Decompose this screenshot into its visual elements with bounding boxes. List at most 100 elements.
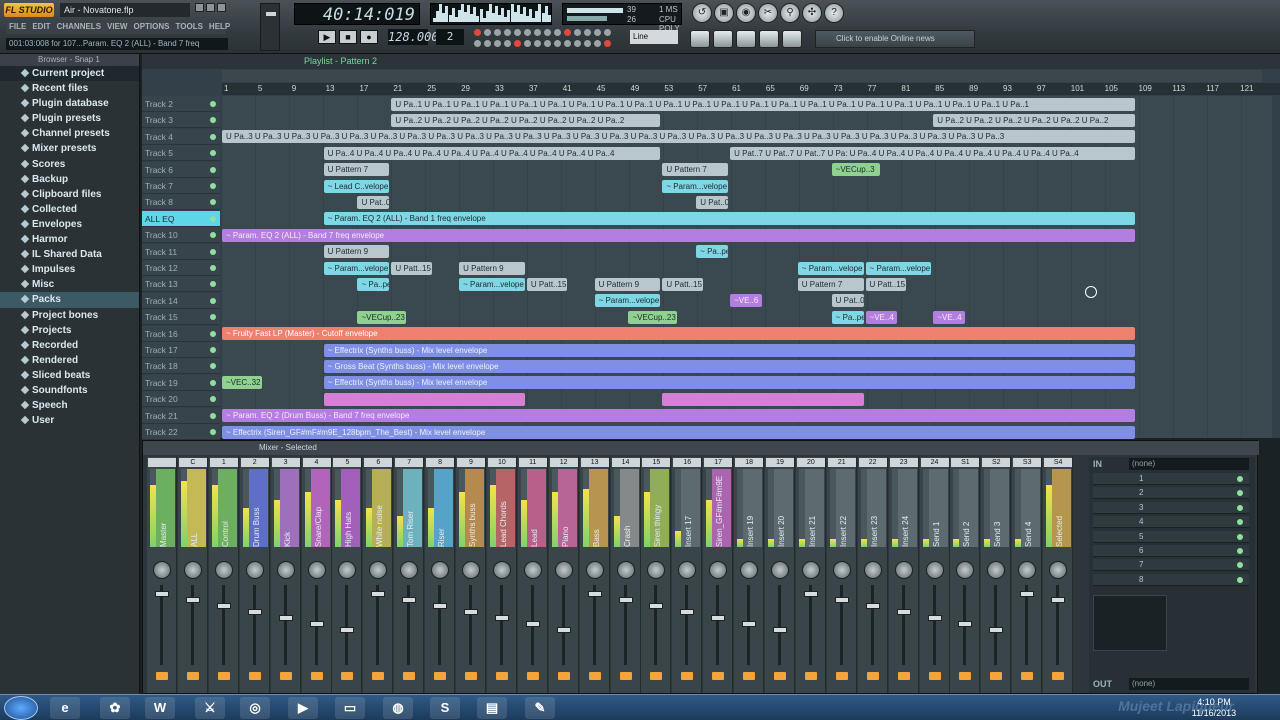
playlist-clip[interactable]: U Patt..15 [526,277,568,291]
track-header[interactable]: Track 10 [142,227,220,244]
mixer-strip[interactable]: 24 Send 1 [919,457,950,693]
chrome-icon[interactable]: ◎ [240,697,270,719]
browser-item[interactable]: Backup [0,172,139,187]
playlist-clip[interactable]: U Patt..15 [865,277,906,291]
volume-fader-track[interactable] [994,585,998,665]
strip-active-led[interactable] [681,672,694,680]
playlist-clip[interactable]: ~ Pa..pe [831,310,864,324]
playlist-clip[interactable]: ~ Effectrix (Siren_GF#mF#m9E_128bpm_The_… [222,425,1135,439]
mixer-strip[interactable]: 9 Synths buss [456,457,486,693]
explorer-icon[interactable]: ▭ [335,697,365,719]
option-toggle[interactable] [574,39,581,47]
option-toggle[interactable] [544,39,551,47]
playlist-clip[interactable]: ~VE..6 [730,294,762,308]
stop-button[interactable]: ■ [339,30,357,44]
strip-active-led[interactable] [1052,672,1065,680]
strip-active-led[interactable] [650,672,663,680]
volume-fader-track[interactable] [932,585,936,665]
wow-icon[interactable]: W [145,697,175,719]
track-mute-led[interactable] [210,265,216,271]
start-button[interactable] [4,696,38,720]
track-mute-led[interactable] [210,330,216,337]
settings-icon[interactable]: ✣ [802,3,822,23]
option-toggle[interactable] [514,29,521,36]
pan-knob[interactable] [523,561,542,579]
pan-knob[interactable] [183,561,202,579]
mixer-strip[interactable]: 2 Drum Buss [239,457,270,693]
pan-knob[interactable] [245,561,264,579]
mixer-strip[interactable]: 8 Riser [425,457,456,693]
volume-fader-handle[interactable] [896,609,911,615]
browser-item[interactable]: Sliced beats [0,368,139,383]
track-header[interactable]: Track 21 [142,407,220,424]
timeline-ruler[interactable]: 1 5 9 13 17 21 25 29 33 37 41 45 49 53 57 61 65 69 73 77 81 8… [222,83,1280,95]
pan-knob[interactable] [276,561,295,579]
online-news-bar[interactable]: Click to enable Online news [815,30,975,48]
menu-item-view[interactable]: VIEW [104,20,130,34]
playlist-clip[interactable]: U Pat..0 [831,294,864,308]
menu-item-tools[interactable]: TOOLS [173,20,206,34]
option-toggle[interactable] [484,29,491,36]
strip-active-led[interactable] [588,672,601,680]
browser-item[interactable]: Clipboard files [0,187,139,202]
pan-knob[interactable] [647,561,666,579]
mixer-strip[interactable]: 18 Insert 19 [734,457,765,693]
playlist-clip[interactable]: ~ Param...velope [797,261,864,275]
track-mute-led[interactable] [210,379,216,386]
pan-knob[interactable] [771,561,789,579]
playlist-clip[interactable]: ~ Lead C..velope [323,179,390,193]
browser-item[interactable]: Recorded [0,338,139,353]
option-toggle[interactable] [534,39,541,47]
playlist-clip[interactable]: ~ Fruity Fast LP (Master) - Cutoff envel… [222,327,1135,341]
pan-knob[interactable] [554,561,573,579]
playlist-clip[interactable]: ~ Param...velope [323,261,390,275]
strip-active-led[interactable] [990,672,1003,680]
slot-enable-led[interactable] [1237,490,1243,497]
track-mute-led[interactable] [210,183,216,189]
strip-active-led[interactable] [959,672,972,680]
sticky-notes-icon[interactable]: ▤ [477,697,507,719]
strip-active-led[interactable] [774,672,786,680]
browser-item[interactable]: Envelopes [0,217,139,232]
record-button[interactable]: ● [360,30,378,44]
effect-slot[interactable]: 8 [1093,573,1249,586]
playlist-clip[interactable]: ~VECup..23 [357,310,407,324]
mixer-strip[interactable]: S1 Send 2 [950,457,981,693]
slot-enable-led[interactable] [1237,519,1243,526]
track-header[interactable]: Track 8 [142,194,220,211]
volume-fader-handle[interactable] [340,627,355,633]
playlist-clip[interactable]: ~ Param. EQ 2 (ALL) - Band 1 freq envelo… [323,212,1135,226]
playlist-clip[interactable]: U Pattern 7 [323,163,390,177]
track-mute-led[interactable] [210,166,216,173]
playlist-clip[interactable]: ~ Effectrix (Synths buss) - Mix level en… [323,343,1135,357]
master-volume-slider[interactable] [260,3,280,51]
playlist-toggle-icon[interactable] [690,30,710,48]
track-mute-led[interactable] [210,133,216,140]
volume-fader-track[interactable] [654,585,658,665]
play-button[interactable]: ▶ [318,30,336,44]
pan-knob[interactable] [801,561,820,579]
pan-knob[interactable] [678,561,697,579]
playlist-clip[interactable]: U Pa..1 U Pa..1 U Pa..1 U Pa..1 U Pa..1 … [391,97,1135,111]
strip-active-led[interactable] [743,672,756,680]
track-mute-led[interactable] [210,429,216,435]
track-header[interactable]: Track 7 [142,178,220,194]
pan-knob[interactable] [1018,561,1037,579]
browser-item[interactable]: IL Shared Data [0,247,139,262]
effect-slot[interactable]: 7 [1093,559,1249,572]
mixer-strip[interactable]: 23 Insert 24 [888,457,919,693]
option-toggle[interactable] [474,39,481,47]
system-clock[interactable]: 4:10 PM 11/16/2013 [1184,697,1244,719]
playlist-clip[interactable]: U Pattern 9 [323,245,390,259]
menu-item-edit[interactable]: EDIT [29,20,53,34]
volume-fader-track[interactable] [870,585,874,665]
mixer-strip[interactable]: 20 Insert 21 [795,457,826,693]
effect-slot[interactable]: 2 [1093,487,1249,500]
browser-item[interactable]: Rendered [0,353,139,368]
volume-fader-track[interactable] [685,585,689,665]
volume-fader-track[interactable] [1025,585,1029,665]
volume-fader-handle[interactable] [278,615,293,621]
volume-fader-track[interactable] [469,585,472,665]
track-header[interactable]: Track 18 [142,358,220,375]
pan-knob[interactable] [894,561,913,579]
